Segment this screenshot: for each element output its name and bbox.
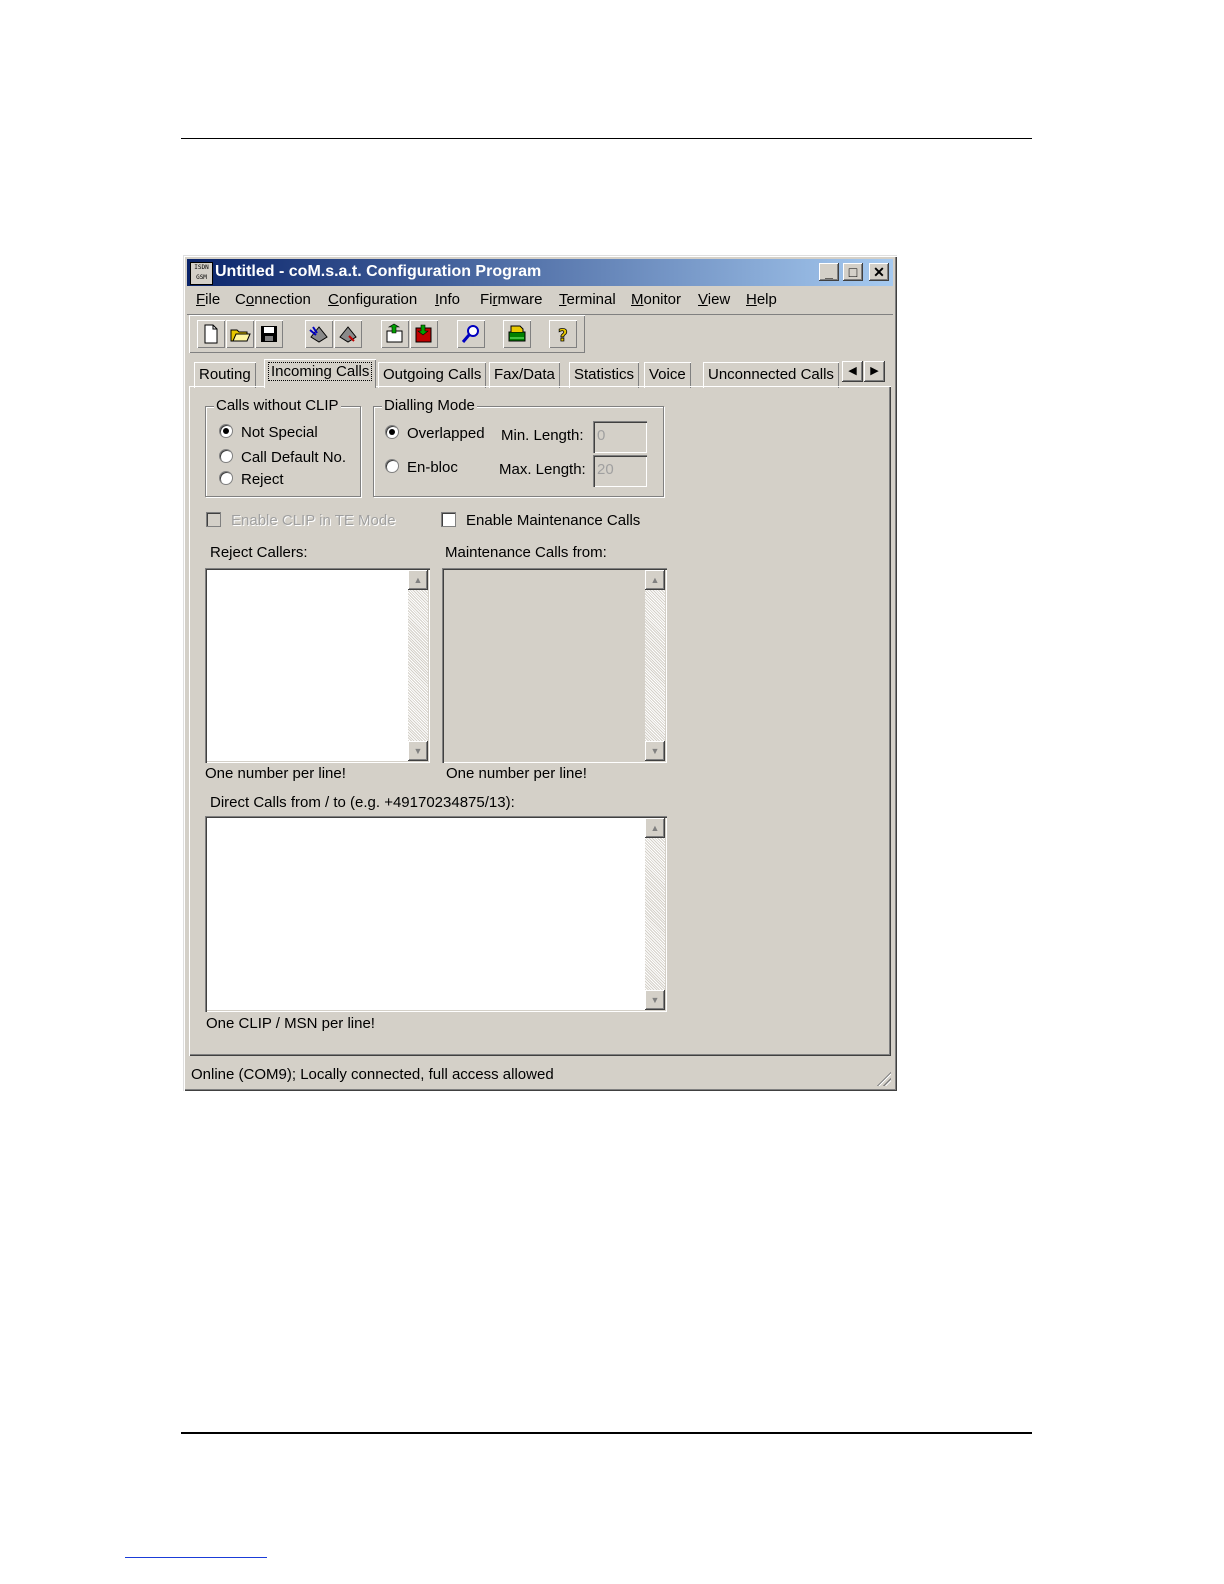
radio-call-default-no[interactable]: Call Default No.: [219, 449, 346, 466]
radio-unselected-icon: [219, 471, 233, 485]
close-button[interactable]: ✕: [869, 263, 889, 281]
write-config-icon[interactable]: [334, 320, 362, 348]
maintenance-calls-hint: One number per line!: [446, 765, 587, 782]
min-length-label: Min. Length:: [501, 427, 584, 444]
radio-en-bloc[interactable]: En-bloc: [385, 459, 458, 476]
resize-grip-icon[interactable]: [875, 1070, 891, 1086]
toolbar: ?: [189, 315, 585, 353]
maximize-button[interactable]: □: [843, 263, 863, 281]
enable-clip-te-mode-checkbox[interactable]: Enable CLIP in TE Mode: [206, 512, 396, 529]
reject-callers-hint: One number per line!: [205, 765, 346, 782]
scroll-up-icon[interactable]: ▲: [408, 570, 428, 590]
radio-overlapped[interactable]: Overlapped: [385, 425, 485, 442]
radio-unselected-icon: [219, 449, 233, 463]
menu-terminal[interactable]: Terminal: [559, 291, 616, 308]
max-length-label: Max. Length:: [499, 461, 586, 478]
direct-calls-hint: One CLIP / MSN per line!: [206, 1015, 375, 1032]
tab-routing[interactable]: Routing: [194, 362, 256, 388]
scroll-up-icon[interactable]: ▲: [645, 818, 665, 838]
calls-without-clip-group: Calls without CLIP Not Special Call Defa…: [205, 397, 361, 497]
reject-callers-label: Reject Callers:: [210, 544, 308, 561]
maintenance-calls-textarea[interactable]: ▲ ▼: [442, 568, 667, 763]
app-icon: ISDN GSM: [190, 262, 213, 285]
incoming-calls-panel: Calls without CLIP Not Special Call Defa…: [189, 386, 891, 1056]
save-disk-icon[interactable]: [255, 320, 283, 348]
tab-scroll-right-icon[interactable]: ▶: [864, 361, 885, 382]
menu-info[interactable]: Info: [435, 291, 460, 308]
radio-not-special[interactable]: Not Special: [219, 424, 318, 441]
minimize-button[interactable]: _: [819, 263, 839, 281]
enable-maintenance-calls-checkbox[interactable]: Enable Maintenance Calls: [441, 512, 640, 529]
dialling-mode-group: Dialling Mode Overlapped En-bloc Min. Le…: [373, 397, 664, 497]
maintenance-calls-scrollbar[interactable]: ▲ ▼: [645, 570, 665, 761]
tab-unconnected-calls[interactable]: Unconnected Calls: [703, 362, 839, 388]
tab-incoming-calls[interactable]: Incoming Calls: [264, 359, 377, 388]
search-icon[interactable]: [457, 320, 485, 348]
direct-calls-textarea[interactable]: ▲ ▼: [205, 816, 667, 1012]
status-bar: Online (COM9); Locally connected, full a…: [187, 1062, 893, 1088]
tab-voice[interactable]: Voice: [644, 362, 691, 388]
reject-callers-scrollbar[interactable]: ▲ ▼: [408, 570, 428, 761]
scroll-up-icon[interactable]: ▲: [645, 570, 665, 590]
maintenance-calls-from-label: Maintenance Calls from:: [445, 544, 607, 561]
radio-selected-icon: [219, 424, 233, 438]
menu-bar: File Connection Configuration Info Firmw…: [187, 287, 893, 313]
scroll-down-icon[interactable]: ▼: [645, 990, 665, 1010]
tab-fax-data[interactable]: Fax/Data: [489, 362, 560, 388]
max-length-field[interactable]: 20: [593, 455, 647, 487]
footnote-rule: [125, 1557, 267, 1558]
radio-selected-icon: [385, 425, 399, 439]
menu-file[interactable]: File: [196, 291, 220, 308]
tab-outgoing-calls[interactable]: Outgoing Calls: [378, 362, 487, 388]
help-icon[interactable]: ?: [549, 320, 577, 348]
scroll-down-icon[interactable]: ▼: [645, 741, 665, 761]
page-top-rule: [181, 138, 1032, 139]
new-file-icon[interactable]: [197, 320, 225, 348]
menu-help[interactable]: Help: [746, 291, 777, 308]
status-text: Online (COM9); Locally connected, full a…: [191, 1066, 554, 1083]
tab-strip: Routing Incoming Calls Outgoing Calls Fa…: [191, 359, 891, 388]
direct-calls-label: Direct Calls from / to (e.g. +4917023487…: [210, 794, 515, 811]
scroll-down-icon[interactable]: ▼: [408, 741, 428, 761]
dialling-mode-legend: Dialling Mode: [382, 397, 477, 414]
download-icon[interactable]: [410, 320, 438, 348]
checkbox-icon: [206, 512, 221, 527]
calls-without-clip-legend: Calls without CLIP: [214, 397, 341, 414]
read-config-icon[interactable]: [305, 320, 333, 348]
page-bottom-rule: [181, 1432, 1032, 1434]
svg-text:?: ?: [558, 326, 568, 345]
menu-monitor[interactable]: Monitor: [631, 291, 681, 308]
reject-callers-textarea[interactable]: ▲ ▼: [205, 568, 430, 763]
direct-calls-scrollbar[interactable]: ▲ ▼: [645, 818, 665, 1010]
upload-icon[interactable]: [381, 320, 409, 348]
menu-firmware[interactable]: Firmware: [480, 291, 543, 308]
menu-configuration[interactable]: Configuration: [328, 291, 417, 308]
radio-unselected-icon: [385, 459, 399, 473]
checkbox-icon: [441, 512, 456, 527]
min-length-field[interactable]: 0: [593, 421, 647, 453]
window-title: Untitled - coM.s.a.t. Configuration Prog…: [215, 263, 542, 280]
sim-card-icon[interactable]: [503, 320, 531, 348]
radio-reject[interactable]: Reject: [219, 471, 284, 488]
open-folder-icon[interactable]: [226, 320, 254, 348]
app-window: ISDN GSM Untitled - coM.s.a.t. Configura…: [183, 255, 897, 1091]
menu-connection[interactable]: Connection: [235, 291, 311, 308]
menu-view[interactable]: View: [698, 291, 730, 308]
title-bar[interactable]: ISDN GSM Untitled - coM.s.a.t. Configura…: [187, 259, 893, 286]
tab-scroll-left-icon[interactable]: ◀: [842, 361, 863, 382]
tab-statistics[interactable]: Statistics: [569, 362, 640, 388]
